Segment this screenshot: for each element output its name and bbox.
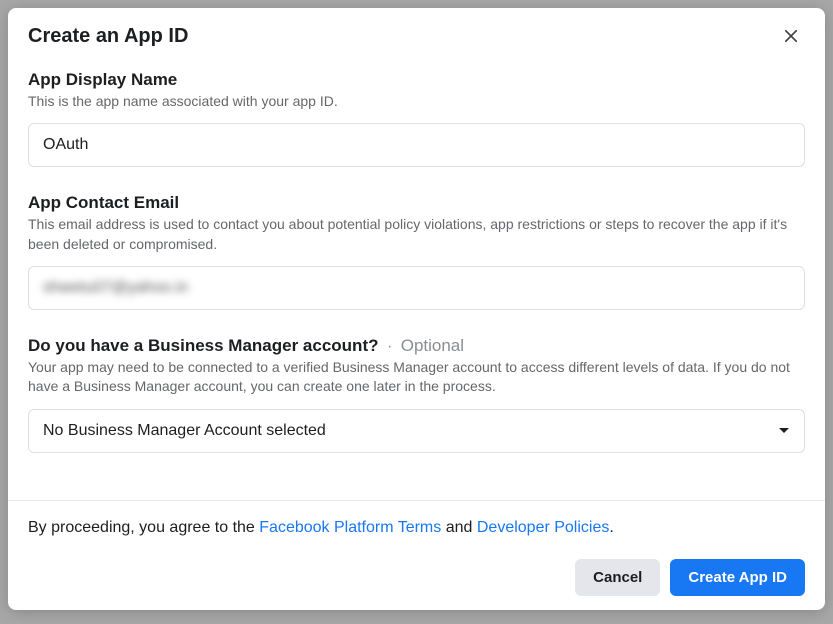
optional-tag: Optional (401, 336, 464, 355)
agreement-text: By proceeding, you agree to the Facebook… (28, 517, 805, 539)
contact-email-description: This email address is used to contact yo… (28, 215, 805, 254)
modal-title: Create an App ID (28, 25, 188, 48)
business-manager-group: Do you have a Business Manager account? … (28, 336, 805, 453)
modal-footer: By proceeding, you agree to the Facebook… (8, 500, 825, 610)
create-app-modal: Create an App ID App Display Name This i… (8, 8, 825, 610)
contact-email-group: App Contact Email This email address is … (28, 193, 805, 310)
contact-email-value: shwetu07@yahoo.in (43, 279, 188, 296)
agreement-prefix: By proceeding, you agree to the (28, 519, 259, 536)
business-manager-selected: No Business Manager Account selected (43, 422, 326, 440)
display-name-label: App Display Name (28, 70, 177, 89)
create-app-id-button[interactable]: Create App ID (670, 559, 805, 596)
display-name-group: App Display Name This is the app name as… (28, 70, 805, 167)
close-icon (782, 27, 800, 45)
display-name-input[interactable] (28, 123, 805, 167)
cancel-button[interactable]: Cancel (575, 559, 660, 596)
agreement-suffix: . (609, 519, 613, 536)
close-button[interactable] (777, 22, 805, 50)
business-manager-label-row: Do you have a Business Manager account? … (28, 336, 805, 356)
platform-terms-link[interactable]: Facebook Platform Terms (259, 519, 441, 536)
developer-policies-link[interactable]: Developer Policies (477, 519, 610, 536)
contact-email-label: App Contact Email (28, 193, 179, 212)
display-name-description: This is the app name associated with you… (28, 92, 805, 111)
modal-body: App Display Name This is the app name as… (8, 56, 825, 500)
business-manager-description: Your app may need to be connected to a v… (28, 358, 805, 397)
label-separator: · (387, 338, 392, 355)
contact-email-input[interactable]: shwetu07@yahoo.in (28, 266, 805, 310)
business-manager-select[interactable]: No Business Manager Account selected (28, 409, 805, 453)
modal-header: Create an App ID (8, 8, 825, 56)
business-manager-label: Do you have a Business Manager account? (28, 336, 378, 355)
caret-down-icon (778, 422, 790, 440)
footer-buttons: Cancel Create App ID (28, 559, 805, 596)
agreement-middle: and (441, 519, 477, 536)
